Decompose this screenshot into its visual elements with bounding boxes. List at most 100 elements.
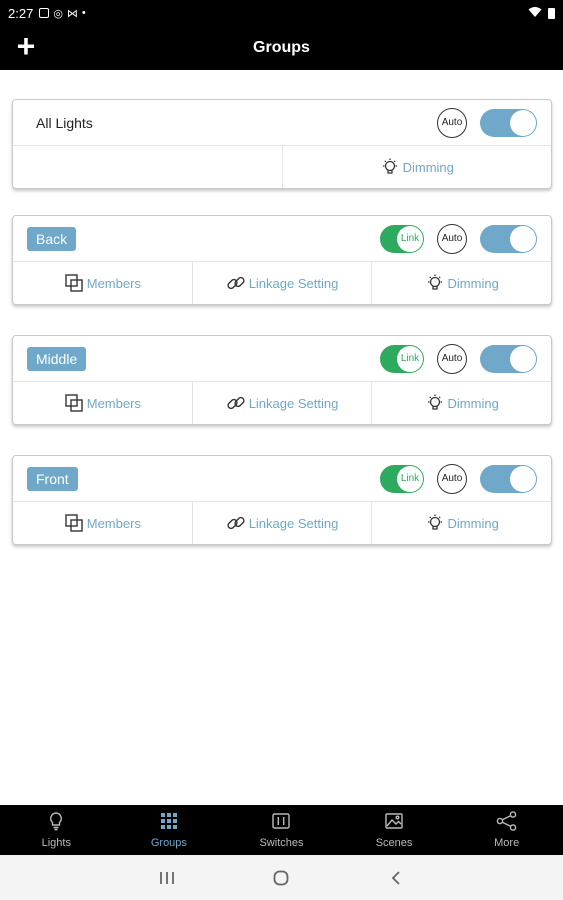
link-chain-icon — [226, 513, 246, 533]
auto-button[interactable]: Auto — [437, 463, 467, 494]
members-icon — [64, 513, 84, 533]
dimming-label: Dimming — [447, 515, 499, 531]
bulb-icon — [425, 513, 445, 533]
tab-groups[interactable]: Groups — [113, 805, 226, 855]
all-lights-label: All Lights — [36, 114, 93, 131]
group-controls: Link Auto — [380, 223, 537, 254]
linkage-setting-button[interactable]: Linkage Setting — [193, 262, 373, 304]
group-row: Middle Link Auto — [13, 336, 551, 382]
tab-label: Switches — [259, 837, 304, 849]
power-toggle[interactable] — [480, 224, 537, 253]
group-row: Front Link Auto — [13, 456, 551, 502]
power-toggle[interactable] — [480, 464, 537, 493]
power-toggle[interactable] — [480, 108, 537, 137]
dimming-label: Dimming — [447, 275, 499, 291]
group-name-badge[interactable]: Front — [27, 466, 78, 491]
toggle-knob — [510, 225, 536, 252]
share-icon — [496, 811, 518, 834]
bulb-icon — [425, 273, 445, 293]
auto-button[interactable]: Auto — [437, 107, 467, 138]
dimming-label: Dimming — [402, 159, 454, 175]
switch-panel-icon — [271, 811, 291, 834]
wifi-icon — [528, 6, 542, 21]
group-controls: Link Auto — [380, 463, 537, 494]
home-button[interactable] — [266, 863, 296, 893]
auto-button[interactable]: Auto — [437, 223, 467, 254]
back-chevron-icon — [391, 870, 400, 885]
all-lights-actions: Dimming — [13, 146, 551, 188]
dimming-button[interactable]: Dimming — [283, 146, 552, 188]
members-label: Members — [86, 395, 141, 411]
group-card-middle: Middle Link Auto Members Linkage Setting — [12, 335, 552, 425]
members-button[interactable]: Members — [13, 382, 193, 424]
linkage-setting-button[interactable]: Linkage Setting — [193, 502, 373, 544]
group-row: Back Link Auto — [13, 216, 551, 262]
home-icon — [274, 870, 289, 885]
group-actions: Members Linkage Setting Dimming — [13, 382, 551, 424]
tab-label: Groups — [150, 837, 187, 849]
link-chain-icon — [226, 393, 246, 413]
all-lights-card: All Lights Auto Dimming — [12, 99, 552, 189]
link-toggle[interactable]: Link — [380, 344, 424, 373]
add-group-button[interactable]: + — [12, 30, 40, 62]
all-lights-row: All Lights Auto — [13, 100, 551, 146]
toggle-knob — [510, 345, 536, 372]
link-chain-icon — [226, 273, 246, 293]
tab-more[interactable]: More — [450, 805, 563, 855]
members-label: Members — [86, 275, 141, 291]
members-button[interactable]: Members — [13, 262, 193, 304]
status-bar: 2:27 ◎ ⋈ • — [0, 0, 563, 26]
members-icon — [64, 393, 84, 413]
link-toggle[interactable]: Link — [380, 224, 424, 253]
dimming-button[interactable]: Dimming — [372, 502, 551, 544]
group-card-back: Back Link Auto Members Linkage Setting D… — [12, 215, 552, 305]
back-button[interactable] — [381, 863, 411, 893]
group-controls: Link Auto — [380, 343, 537, 374]
tab-switches[interactable]: Switches — [225, 805, 338, 855]
bulb-icon — [425, 393, 445, 413]
recent-apps-button[interactable] — [152, 863, 182, 893]
toggle-knob — [510, 465, 536, 492]
tab-label: More — [494, 837, 520, 849]
empty-cell — [13, 146, 283, 188]
members-label: Members — [86, 515, 141, 531]
cast-notification-icon: ⋈ — [66, 7, 78, 20]
bulb-icon — [46, 811, 66, 834]
link-knob: Link — [397, 465, 423, 492]
tab-label: Scenes — [375, 837, 413, 849]
group-actions: Members Linkage Setting Dimming — [13, 262, 551, 304]
group-name-badge[interactable]: Back — [27, 226, 77, 251]
dimming-label: Dimming — [447, 395, 499, 411]
group-card-front: Front Link Auto Members Linkage Setting — [12, 455, 552, 545]
groups-screen: 2:27 ◎ ⋈ • + Groups All Lights Auto Dimm… — [0, 0, 563, 900]
status-notification-icons: ◎ ⋈ • — [39, 7, 86, 20]
power-toggle[interactable] — [480, 344, 537, 373]
members-icon — [64, 273, 84, 293]
tab-lights[interactable]: Lights — [0, 805, 113, 855]
sync-notification-icon: ◎ — [53, 7, 63, 20]
linkage-setting-button[interactable]: Linkage Setting — [193, 382, 373, 424]
tab-scenes[interactable]: Scenes — [338, 805, 451, 855]
status-time: 2:27 — [8, 5, 34, 21]
recent-apps-icon — [160, 871, 175, 884]
link-knob: Link — [397, 225, 423, 252]
status-system-icons — [528, 6, 555, 21]
system-nav-bar — [0, 855, 563, 900]
linkage-label: Linkage Setting — [248, 275, 339, 291]
battery-icon — [548, 7, 555, 19]
dimming-button[interactable]: Dimming — [372, 262, 551, 304]
linkage-label: Linkage Setting — [248, 395, 339, 411]
bottom-tab-bar: Lights Groups Switches Scenes More — [0, 805, 563, 855]
dimming-button[interactable]: Dimming — [372, 382, 551, 424]
auto-button[interactable]: Auto — [437, 343, 467, 374]
page-title: Groups — [253, 39, 310, 56]
link-toggle[interactable]: Link — [380, 464, 424, 493]
members-button[interactable]: Members — [13, 502, 193, 544]
group-name-badge[interactable]: Middle — [27, 346, 87, 371]
bulb-icon — [380, 157, 400, 177]
tab-label: Lights — [41, 837, 71, 849]
scene-image-icon — [384, 811, 404, 834]
all-lights-controls: Auto — [437, 107, 537, 138]
toggle-knob — [510, 109, 536, 136]
link-knob: Link — [397, 345, 423, 372]
